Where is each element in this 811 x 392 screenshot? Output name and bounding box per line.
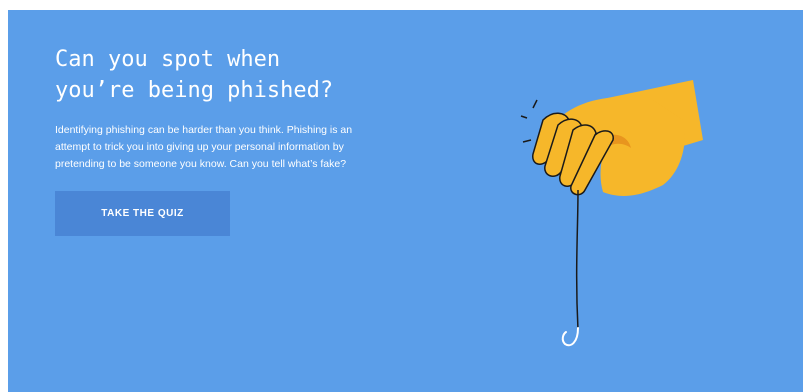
take-quiz-button[interactable]: TAKE THE QUIZ	[55, 191, 230, 236]
hand-holding-fishhook-icon	[520, 80, 703, 347]
hero-description: Identifying phishing can be harder than …	[55, 124, 353, 170]
page-title: Can you spot when you’re being phished?	[55, 44, 385, 106]
title-line-2: you’re being phished?	[55, 78, 334, 103]
title-line-1: Can you spot when	[55, 47, 281, 72]
hero-banner: Can you spot when you’re being phished? …	[8, 10, 803, 392]
